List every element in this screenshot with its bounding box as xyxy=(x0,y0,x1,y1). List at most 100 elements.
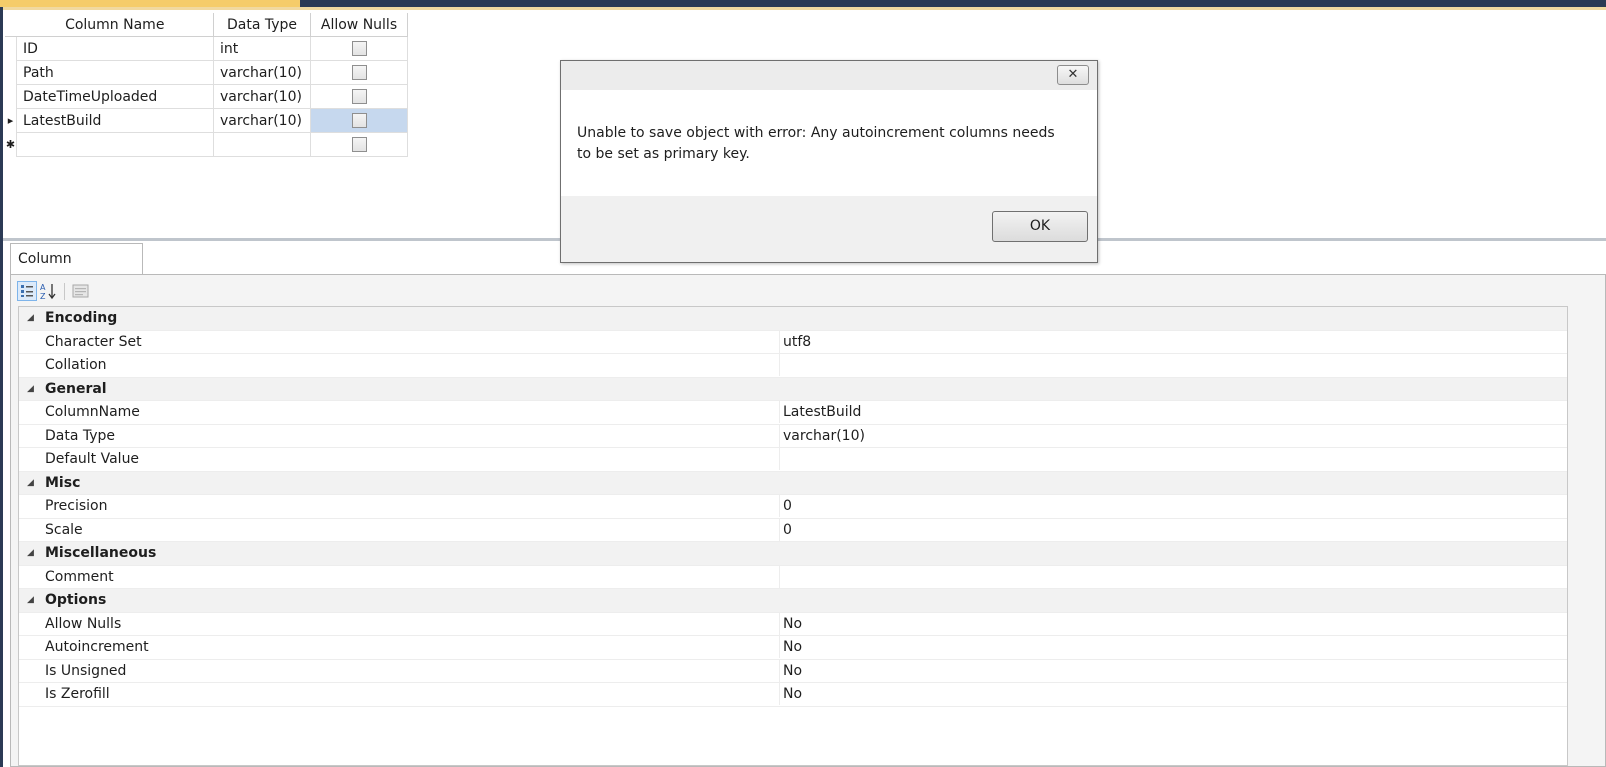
property-value[interactable]: varchar(10) xyxy=(783,425,865,447)
property-label: Comment xyxy=(45,568,114,585)
property-value[interactable]: utf8 xyxy=(783,331,811,353)
alphabetical-sort-icon[interactable]: AZ xyxy=(39,281,59,301)
property-grid: ◢ Encoding Character Set utf8 Collation ◢ G… xyxy=(18,306,1568,766)
column-name-cell[interactable]: LatestBuild xyxy=(16,108,214,133)
category-options[interactable]: ◢ Options xyxy=(19,589,1567,613)
table-row[interactable]: Path varchar(10) xyxy=(5,60,408,85)
property-label: Is Zerofill xyxy=(45,686,110,702)
property-value[interactable]: 0 xyxy=(783,495,792,517)
allow-nulls-checkbox[interactable] xyxy=(351,89,367,104)
document-tab-strip xyxy=(0,0,1606,7)
collapse-triangle-icon[interactable]: ◢ xyxy=(27,378,34,400)
property-row[interactable]: Default Value xyxy=(19,448,1567,472)
window-left-edge xyxy=(0,7,3,767)
category-label: General xyxy=(45,380,107,397)
new-row-indicator-icon[interactable]: ✱ xyxy=(5,132,17,157)
property-label: Autoincrement xyxy=(45,639,149,655)
property-value[interactable]: No xyxy=(783,683,802,705)
column-properties-panel: AZ ◢ Encoding Character Set utf8 Collation… xyxy=(10,274,1606,767)
row-selector[interactable] xyxy=(5,60,17,85)
table-row[interactable]: DateTimeUploaded varchar(10) xyxy=(5,84,408,109)
toolbar-separator xyxy=(64,283,65,300)
collapse-triangle-icon[interactable]: ◢ xyxy=(27,472,34,494)
collapse-triangle-icon[interactable]: ◢ xyxy=(27,589,34,611)
data-type-cell[interactable]: varchar(10) xyxy=(213,60,311,85)
property-row[interactable]: Data Type varchar(10) xyxy=(19,424,1567,448)
dialog-title-bar[interactable]: ✕ xyxy=(561,61,1097,90)
table-row[interactable]: ▸ LatestBuild varchar(10) xyxy=(5,108,408,133)
property-row[interactable]: Precision 0 xyxy=(19,495,1567,519)
allow-nulls-cell[interactable] xyxy=(310,36,408,61)
data-type-cell[interactable]: varchar(10) xyxy=(213,108,311,133)
category-label: Misc xyxy=(45,474,81,491)
allow-nulls-cell[interactable] xyxy=(310,60,408,85)
allow-nulls-checkbox[interactable] xyxy=(351,65,367,80)
property-label: Allow Nulls xyxy=(45,615,122,632)
property-value[interactable]: LatestBuild xyxy=(783,401,861,423)
svg-text:A: A xyxy=(40,283,46,292)
allow-nulls-cell[interactable] xyxy=(310,84,408,109)
error-dialog: ✕ Unable to save object with error: Any … xyxy=(560,60,1098,263)
allow-nulls-cell[interactable] xyxy=(310,108,408,133)
svg-text:Z: Z xyxy=(40,292,46,301)
property-row[interactable]: Is Unsigned No xyxy=(19,659,1567,683)
property-row[interactable]: Allow Nulls No xyxy=(19,612,1567,636)
dialog-body: Unable to save object with error: Any au… xyxy=(561,90,1097,196)
property-value[interactable]: No xyxy=(783,613,802,635)
property-label: Collation xyxy=(45,357,107,373)
property-row[interactable]: Character Set utf8 xyxy=(19,330,1567,354)
property-value[interactable]: No xyxy=(783,660,802,682)
collapse-triangle-icon[interactable]: ◢ xyxy=(27,542,34,564)
column-name-cell[interactable]: ID xyxy=(16,36,214,61)
new-row[interactable]: ✱ xyxy=(5,132,408,157)
column-name-cell[interactable] xyxy=(16,132,214,157)
current-row-indicator-icon[interactable]: ▸ xyxy=(5,108,17,133)
category-misc[interactable]: ◢ Misc xyxy=(19,471,1567,495)
active-document-tab[interactable] xyxy=(0,0,300,7)
column-name-header[interactable]: Column Name xyxy=(16,13,214,37)
category-label: Miscellaneous xyxy=(45,545,157,561)
category-encoding[interactable]: ◢ Encoding xyxy=(19,307,1567,331)
property-label: Scale xyxy=(45,521,83,538)
allow-nulls-checkbox[interactable] xyxy=(351,137,367,152)
collapse-triangle-icon[interactable]: ◢ xyxy=(27,307,34,329)
property-row[interactable]: Is Zerofill No xyxy=(19,683,1567,707)
allow-nulls-cell[interactable] xyxy=(310,132,408,157)
property-label: Default Value xyxy=(45,451,140,467)
grid-header-row: Column Name Data Type Allow Nulls xyxy=(5,13,408,37)
property-row[interactable]: Comment xyxy=(19,565,1567,589)
row-selector[interactable] xyxy=(5,36,17,61)
tab-column-properties[interactable]: Column Properties xyxy=(10,243,143,298)
property-row[interactable]: Scale 0 xyxy=(19,518,1567,542)
categorized-icon[interactable] xyxy=(17,281,37,301)
table-row[interactable]: ID int xyxy=(5,36,408,61)
property-label: ColumnName xyxy=(45,404,140,420)
property-row[interactable]: Collation xyxy=(19,354,1567,378)
row-selector[interactable] xyxy=(5,84,17,109)
category-label: Options xyxy=(45,592,107,608)
category-miscellaneous[interactable]: ◢ Miscellaneous xyxy=(19,542,1567,566)
column-grid: Column Name Data Type Allow Nulls ID int… xyxy=(5,13,408,157)
allow-nulls-header[interactable]: Allow Nulls xyxy=(310,13,408,37)
property-label: Precision xyxy=(45,498,108,514)
property-label: Data Type xyxy=(45,427,116,444)
data-type-cell[interactable]: varchar(10) xyxy=(213,84,311,109)
property-row[interactable]: ColumnName LatestBuild xyxy=(19,401,1567,425)
property-row[interactable]: Autoincrement No xyxy=(19,636,1567,660)
data-type-cell[interactable] xyxy=(213,132,311,157)
data-type-cell[interactable]: int xyxy=(213,36,311,61)
column-name-cell[interactable]: DateTimeUploaded xyxy=(16,84,214,109)
property-label: Is Unsigned xyxy=(45,662,127,679)
category-general[interactable]: ◢ General xyxy=(19,377,1567,401)
property-pages-icon[interactable] xyxy=(71,281,91,301)
column-name-cell[interactable]: Path xyxy=(16,60,214,85)
allow-nulls-checkbox[interactable] xyxy=(351,113,367,128)
designer-top-border xyxy=(3,7,1606,10)
close-icon[interactable]: ✕ xyxy=(1057,65,1089,85)
property-value[interactable]: No xyxy=(783,636,802,658)
allow-nulls-checkbox[interactable] xyxy=(351,41,367,56)
ok-button[interactable]: OK xyxy=(992,211,1088,242)
property-value[interactable]: 0 xyxy=(783,519,792,541)
data-type-header[interactable]: Data Type xyxy=(213,13,311,37)
row-header-corner xyxy=(5,13,17,37)
